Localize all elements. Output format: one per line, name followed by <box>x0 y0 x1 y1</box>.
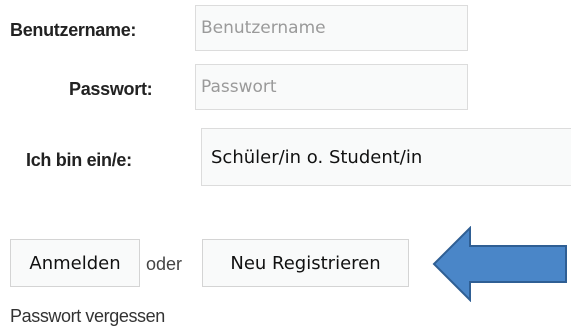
login-button[interactable]: Anmelden <box>10 239 140 287</box>
or-text: oder <box>146 254 183 274</box>
role-select-value: Schüler/in o. Student/in <box>211 146 423 168</box>
forgot-password-link[interactable]: Passwort vergessen <box>10 306 165 327</box>
username-label: Benutzername: <box>10 20 137 40</box>
register-button[interactable]: Neu Registrieren <box>202 239 409 287</box>
role-select[interactable]: Schüler/in o. Student/in <box>201 128 571 186</box>
arrow-shape <box>432 226 567 302</box>
username-input[interactable] <box>195 5 468 51</box>
role-label: Ich bin ein/e: <box>26 150 132 170</box>
password-label: Passwort: <box>69 79 153 99</box>
register-button-label: Neu Registrieren <box>230 252 381 274</box>
password-input[interactable] <box>195 64 468 110</box>
login-button-label: Anmelden <box>29 252 121 274</box>
left-arrow-icon <box>432 226 567 302</box>
